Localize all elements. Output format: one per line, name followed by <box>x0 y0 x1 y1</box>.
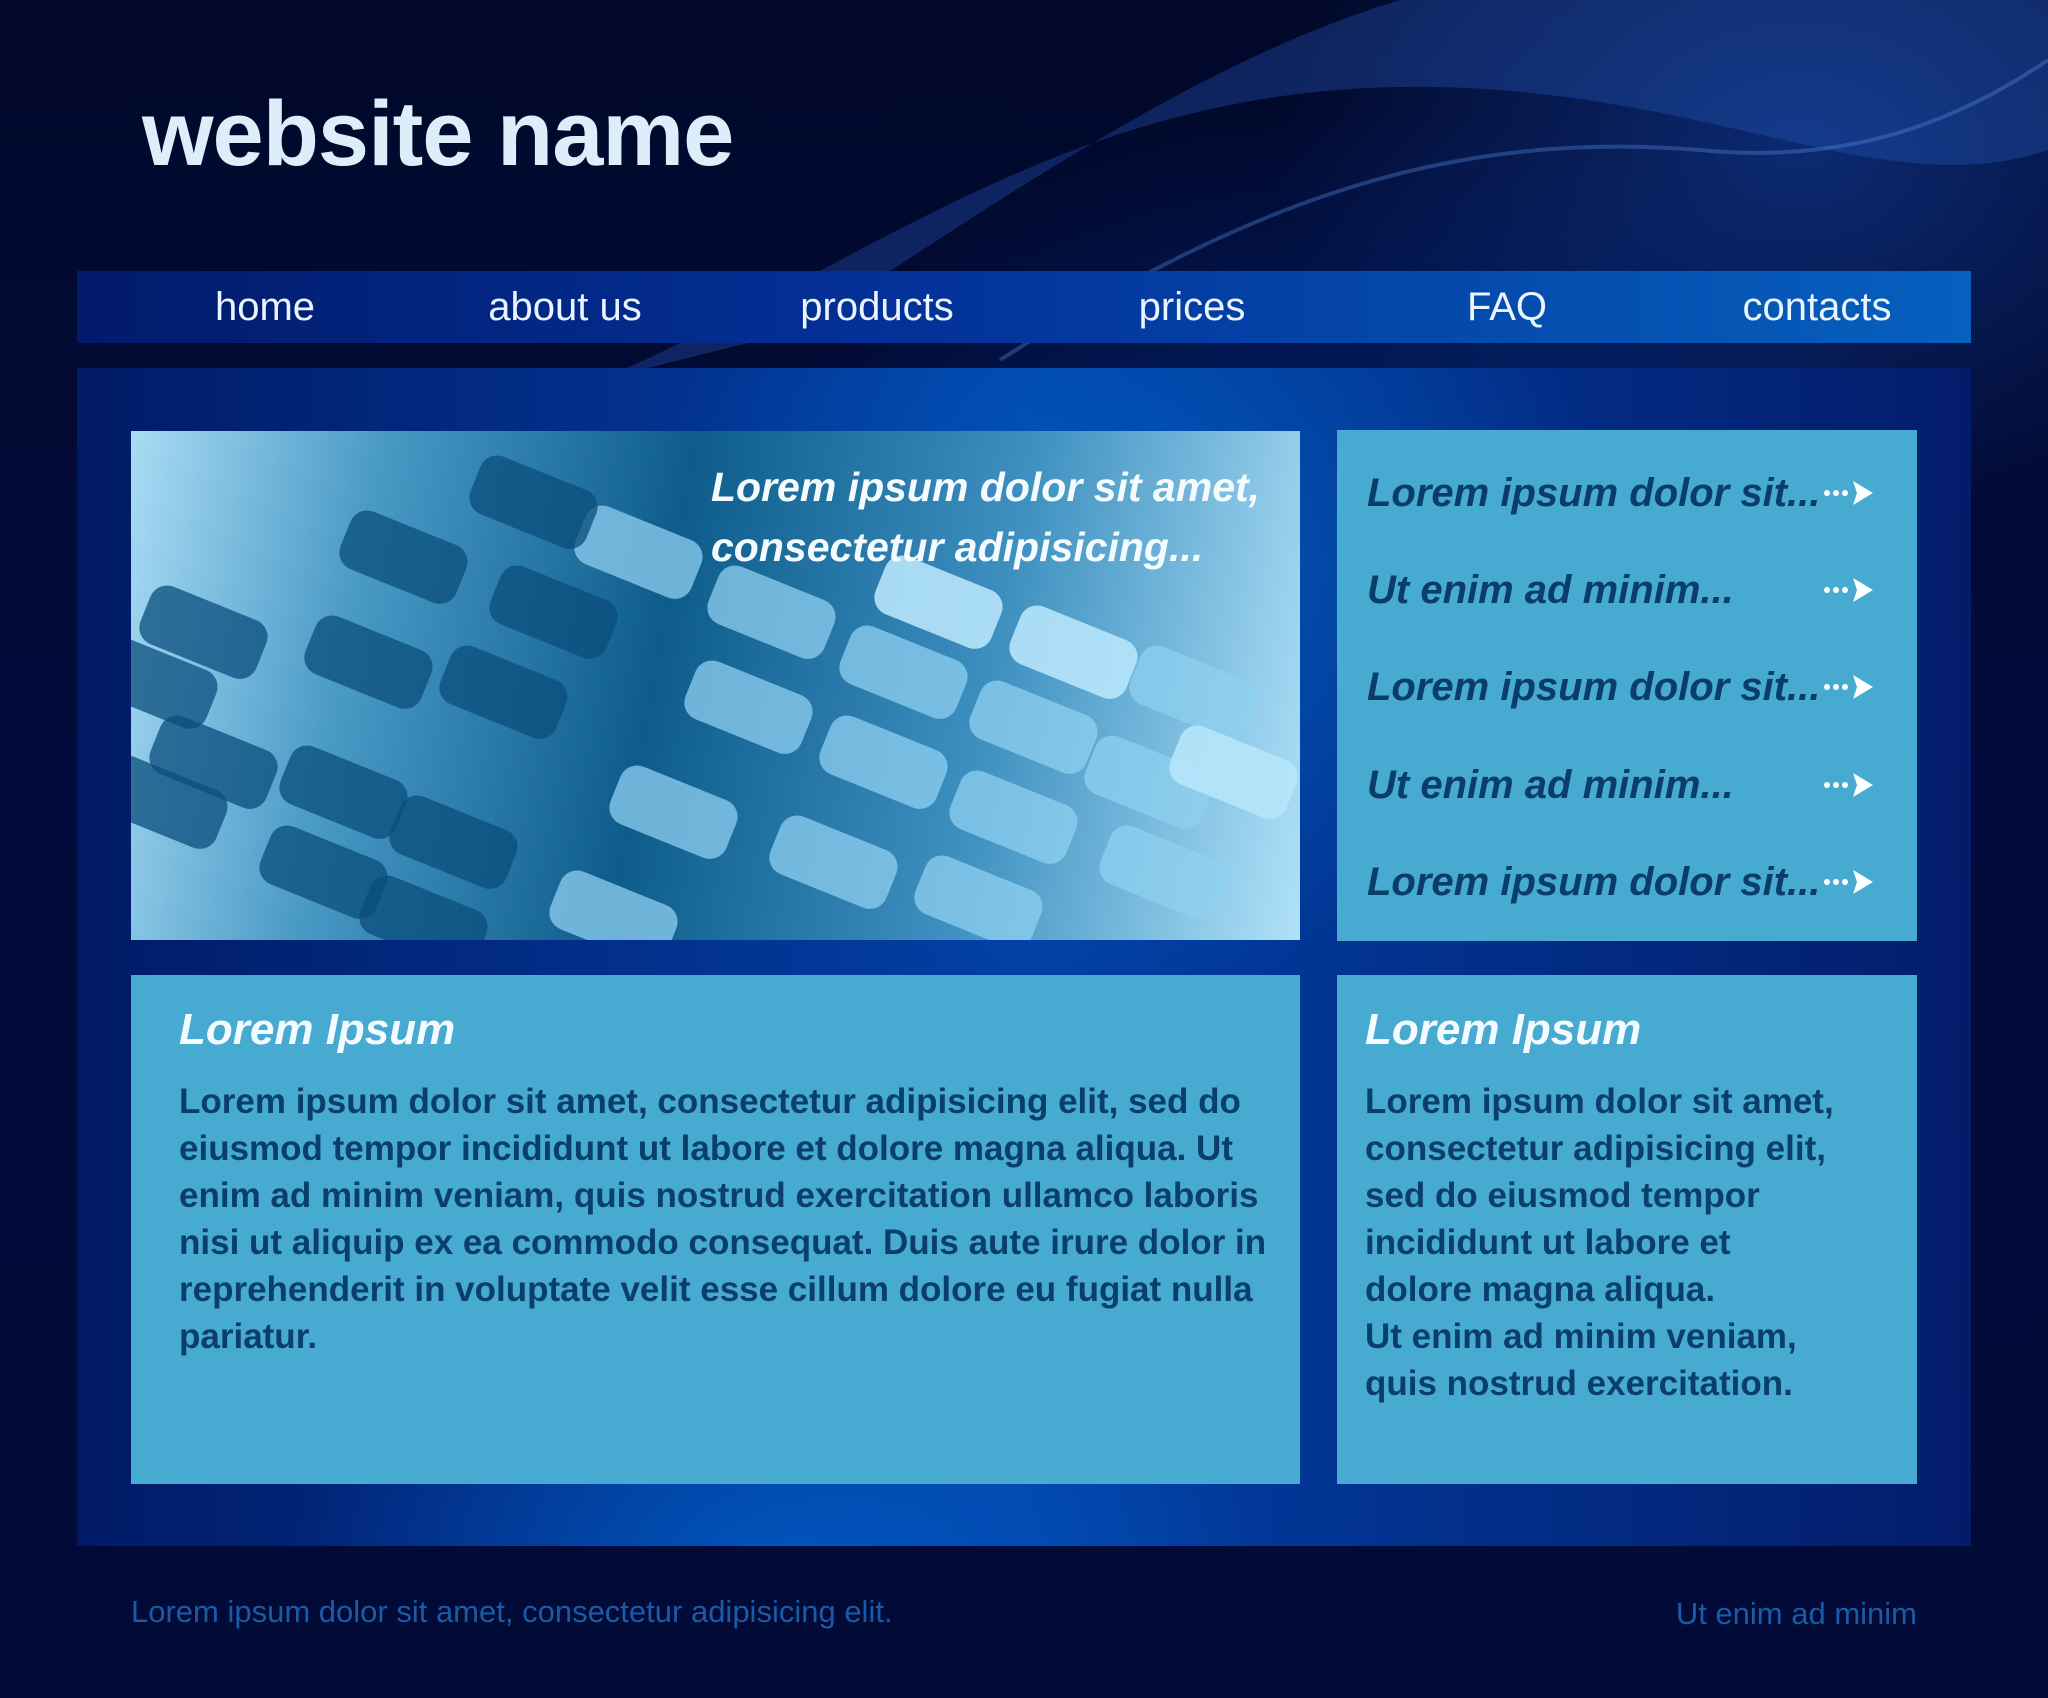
quick-link-label: Lorem ipsum dolor sit... <box>1367 860 1821 904</box>
quick-link-3[interactable]: Lorem ipsum dolor sit... <box>1367 657 1887 717</box>
arrow-right-icon <box>1824 578 1873 602</box>
page: website name home about us products pric… <box>0 0 2048 1698</box>
quick-links-panel: Lorem ipsum dolor sit... Ut enim ad mini… <box>1337 430 1917 941</box>
nav-item-products[interactable]: products <box>757 271 997 343</box>
quick-link-label: Lorem ipsum dolor sit... <box>1367 665 1821 709</box>
arrow-right-icon <box>1824 870 1873 894</box>
nav-item-about-us[interactable]: about us <box>445 271 685 343</box>
side-panel-line: quis nostrud exercitation. <box>1365 1364 1793 1403</box>
nav-item-prices[interactable]: prices <box>1072 271 1312 343</box>
footer-left-text: Lorem ipsum dolor sit amet, consectetur … <box>131 1594 893 1629</box>
nav-item-contacts[interactable]: contacts <box>1677 271 1957 343</box>
quick-link-5[interactable]: Lorem ipsum dolor sit... <box>1367 852 1887 912</box>
arrow-right-icon <box>1824 481 1873 505</box>
side-panel-line: consectetur adipisicing elit, <box>1365 1129 1826 1168</box>
side-panel-line: Lorem ipsum dolor sit amet, <box>1365 1082 1834 1121</box>
side-panel-line: incididunt ut labore et <box>1365 1223 1731 1262</box>
side-panel-line: Ut enim ad minim veniam, <box>1365 1317 1797 1356</box>
hero-banner: Lorem ipsum dolor sit amet, consectetur … <box>131 431 1300 940</box>
hero-caption-line-1: Lorem ipsum dolor sit amet, <box>711 464 1261 510</box>
side-panel-heading: Lorem Ipsum <box>1365 1005 1642 1054</box>
footer-right-text[interactable]: Ut enim ad minim <box>1676 1596 1917 1632</box>
quick-link-label: Ut enim ad minim... <box>1367 763 1734 807</box>
side-panel-line: sed do eiusmod tempor <box>1365 1176 1760 1215</box>
main-panel-body: Lorem ipsum dolor sit amet, consectetur … <box>179 1082 1267 1356</box>
quick-link-2[interactable]: Ut enim ad minim... <box>1367 560 1887 620</box>
arrow-right-icon <box>1824 675 1873 699</box>
hero-caption: Lorem ipsum dolor sit amet, consectetur … <box>711 457 1300 577</box>
main-text-panel: Lorem Ipsum Lorem ipsum dolor sit amet, … <box>131 975 1300 1484</box>
nav-bar: home about us products prices FAQ contac… <box>77 271 1971 343</box>
arrow-right-icon <box>1824 773 1873 797</box>
quick-link-label: Ut enim ad minim... <box>1367 568 1734 612</box>
nav-item-home[interactable]: home <box>175 271 355 343</box>
quick-link-1[interactable]: Lorem ipsum dolor sit... <box>1367 463 1887 523</box>
site-title: website name <box>142 83 734 185</box>
hero-caption-line-2: consectetur adipisicing... <box>711 524 1204 570</box>
side-panel-body: Lorem ipsum dolor sit amet, consectetur … <box>1365 1078 1905 1407</box>
quick-link-4[interactable]: Ut enim ad minim... <box>1367 755 1887 815</box>
side-panel-line: dolore magna aliqua. <box>1365 1270 1716 1309</box>
main-panel-heading: Lorem Ipsum <box>179 1005 456 1054</box>
nav-item-faq[interactable]: FAQ <box>1387 271 1627 343</box>
side-text-panel: Lorem Ipsum Lorem ipsum dolor sit amet, … <box>1337 975 1917 1484</box>
quick-link-label: Lorem ipsum dolor sit... <box>1367 471 1821 515</box>
